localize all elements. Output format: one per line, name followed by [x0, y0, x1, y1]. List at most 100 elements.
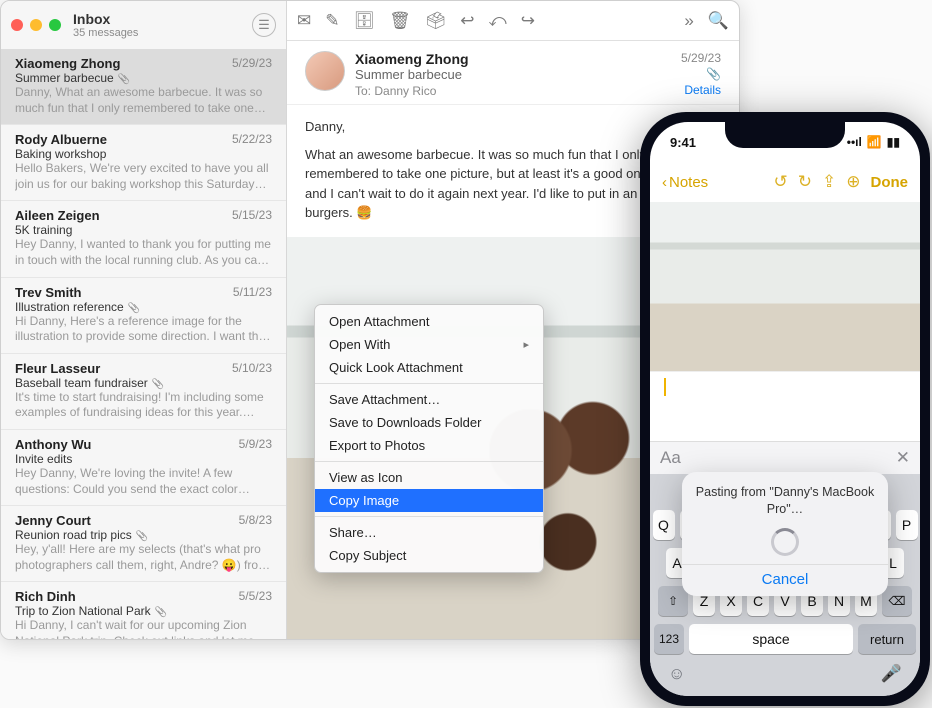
header-from: Xiaomeng Zhong	[355, 51, 671, 67]
msg-from: Fleur Lasseur	[15, 361, 100, 376]
iphone-screen: 9:41 ••ıl 📶 ▮▮ ‹ Notes ↺ ↻ ⇪ ⊕ Done Past…	[650, 122, 920, 696]
more-icon[interactable]: »	[684, 11, 693, 31]
iphone-device: 9:41 ••ıl 📶 ▮▮ ‹ Notes ↺ ↻ ⇪ ⊕ Done Past…	[640, 112, 930, 706]
context-menu-item[interactable]: Copy Image	[315, 489, 543, 512]
message-item[interactable]: Anthony Wu5/9/23Invite editsHey Danny, W…	[1, 430, 286, 506]
msg-subject: 5K training	[15, 223, 272, 237]
dismiss-icon[interactable]: ✕	[896, 448, 910, 468]
msg-date: 5/11/23	[233, 285, 272, 300]
mail-toolbar: ✉︎ ✎ 🗄 🗑 🗳 ↩︎ ⤺ ↪︎ » 🔍	[287, 1, 739, 41]
zoom-window-icon[interactable]	[49, 19, 61, 31]
msg-from: Jenny Court	[15, 513, 91, 528]
context-menu-item[interactable]: Open With▸	[315, 333, 543, 356]
redo-icon[interactable]: ↻	[798, 172, 812, 192]
envelope-icon[interactable]: ✉︎	[297, 11, 311, 31]
msg-preview: Hi Danny, Here's a reference image for t…	[15, 314, 272, 345]
cancel-button[interactable]: Cancel	[692, 565, 878, 588]
forward-icon[interactable]: ↪︎	[521, 11, 535, 31]
notch	[725, 122, 845, 148]
wifi-icon: 📶	[867, 135, 882, 149]
inbox-title: Inbox	[73, 11, 252, 27]
context-menu-item[interactable]: Open Attachment	[315, 310, 543, 333]
context-menu-item[interactable]: Quick Look Attachment	[315, 356, 543, 379]
format-icon[interactable]: Aa	[660, 448, 681, 468]
msg-preview: Hi Danny, I can't wait for our upcoming …	[15, 618, 272, 639]
spinner-icon	[771, 528, 799, 556]
message-item[interactable]: Rich Dinh5/5/23Trip to Zion National Par…	[1, 582, 286, 639]
msg-subject: Baking workshop	[15, 147, 272, 161]
close-window-icon[interactable]	[11, 19, 23, 31]
space-key[interactable]: space	[689, 624, 853, 654]
message-list-sidebar: Inbox 35 messages ☰ Xiaomeng Zhong5/29/2…	[1, 1, 287, 639]
message-item[interactable]: Aileen Zeigen5/15/235K trainingHey Danny…	[1, 201, 286, 277]
window-controls[interactable]	[11, 19, 61, 31]
context-menu-item[interactable]: Share…	[315, 521, 543, 544]
msg-preview: It's time to start fundraising! I'm incl…	[15, 390, 272, 421]
details-link[interactable]: Details	[681, 83, 721, 97]
msg-from: Trev Smith	[15, 285, 81, 300]
letter-key[interactable]: Q	[653, 510, 675, 540]
message-list[interactable]: Xiaomeng Zhong5/29/23Summer barbecue Dan…	[1, 49, 286, 639]
paperclip-icon	[152, 376, 164, 390]
msg-subject: Illustration reference	[15, 300, 272, 314]
msg-preview: Hey Danny, We're loving the invite! A fe…	[15, 466, 272, 497]
return-key[interactable]: return	[858, 624, 916, 654]
message-item[interactable]: Rody Albuerne5/22/23Baking workshopHello…	[1, 125, 286, 201]
message-item[interactable]: Fleur Lasseur 5/10/23Baseball team fundra…	[1, 354, 286, 430]
paste-dialog: Pasting from "Danny's MacBook Pro"… Canc…	[682, 472, 888, 596]
back-button[interactable]: ‹ Notes	[662, 174, 708, 191]
mic-key[interactable]: 🎤	[881, 664, 902, 684]
junk-icon[interactable]: 🗳	[425, 11, 447, 31]
message-item[interactable]: Trev Smith5/11/23Illustration reference …	[1, 278, 286, 354]
context-menu-item[interactable]: Export to Photos	[315, 434, 543, 457]
paperclip-icon	[136, 528, 148, 542]
quicktype-bar: Aa ✕	[650, 441, 920, 474]
context-menu-item[interactable]: Copy Subject	[315, 544, 543, 567]
context-menu-item[interactable]: Save Attachment…	[315, 388, 543, 411]
reply-all-icon[interactable]: ⤺	[489, 11, 507, 31]
filter-icon[interactable]: ☰	[252, 13, 276, 37]
inbox-title-block: Inbox 35 messages	[73, 11, 252, 39]
header-date: 5/29/23	[681, 51, 721, 65]
msg-date: 5/10/23	[232, 361, 272, 376]
chevron-right-icon: ▸	[523, 338, 529, 351]
battery-icon: ▮▮	[887, 135, 900, 149]
undo-icon[interactable]: ↺	[774, 172, 788, 192]
attachment-icon: 📎	[681, 67, 721, 81]
inbox-count: 35 messages	[73, 27, 252, 39]
share-icon[interactable]: ⇪	[822, 172, 836, 192]
context-menu-item[interactable]: View as Icon	[315, 466, 543, 489]
msg-from: Anthony Wu	[15, 437, 91, 452]
text-cursor[interactable]	[650, 378, 920, 398]
archive-icon[interactable]: 🗄	[354, 11, 376, 31]
emoji-key[interactable]: ☺	[668, 664, 685, 684]
done-button[interactable]: Done	[871, 174, 909, 191]
context-menu[interactable]: Open AttachmentOpen With▸Quick Look Atta…	[314, 304, 544, 573]
reply-icon[interactable]: ↩︎	[460, 11, 474, 31]
more-circle-icon[interactable]: ⊕	[846, 172, 860, 192]
notes-nav-bar: ‹ Notes ↺ ↻ ⇪ ⊕ Done	[650, 162, 920, 202]
shift-key[interactable]: ⇧	[658, 586, 688, 616]
minimize-window-icon[interactable]	[30, 19, 42, 31]
msg-date: 5/22/23	[232, 132, 272, 147]
search-icon[interactable]: 🔍	[708, 11, 729, 31]
paperclip-icon	[118, 71, 130, 85]
msg-subject: Trip to Zion National Park	[15, 604, 272, 618]
header-to: To: Danny Rico	[355, 84, 671, 98]
msg-preview: Danny, What an awesome barbecue. It was …	[15, 85, 272, 116]
trash-icon[interactable]: 🗑	[389, 11, 411, 31]
sender-avatar	[305, 51, 345, 91]
msg-from: Rody Albuerne	[15, 132, 107, 147]
chevron-left-icon: ‹	[662, 174, 667, 191]
message-item[interactable]: Xiaomeng Zhong5/29/23Summer barbecue Dan…	[1, 49, 286, 125]
msg-subject: Invite edits	[15, 452, 272, 466]
letter-key[interactable]: P	[896, 510, 918, 540]
numbers-key[interactable]: 123	[654, 624, 684, 654]
message-item[interactable]: Jenny Court5/8/23Reunion road trip pics …	[1, 506, 286, 582]
compose-icon[interactable]: ✎	[325, 11, 339, 31]
msg-from: Rich Dinh	[15, 589, 76, 604]
context-menu-item[interactable]: Save to Downloads Folder	[315, 411, 543, 434]
header-subject: Summer barbecue	[355, 67, 671, 82]
msg-subject: Baseball team fundraiser	[15, 376, 272, 390]
backspace-key[interactable]: ⌫	[882, 586, 912, 616]
